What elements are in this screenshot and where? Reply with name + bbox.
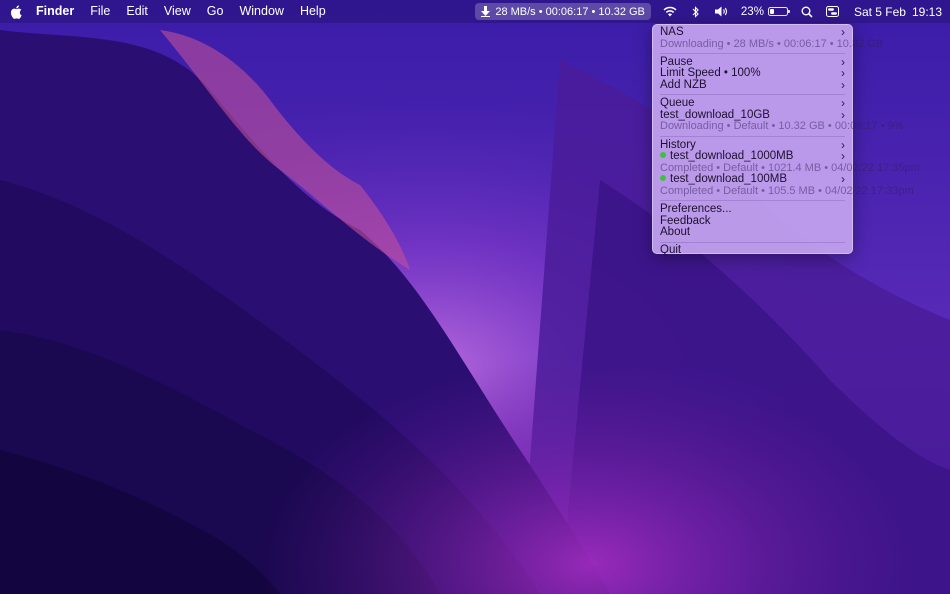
- add-nzb-label: Add NZB: [660, 78, 707, 91]
- queue-item-name: test_download_10GB: [660, 108, 770, 121]
- menu-item-preferences[interactable]: Preferences...: [653, 203, 852, 216]
- menu-item-quit[interactable]: Quit: [653, 245, 852, 257]
- volume-icon[interactable]: [713, 0, 731, 23]
- chevron-right-icon: ›: [841, 77, 845, 92]
- menu-separator: [660, 200, 845, 202]
- menubar-date: Sat 5 Feb: [853, 4, 906, 19]
- battery-icon: [767, 7, 790, 16]
- history-item-name: test_download_1000MB: [670, 150, 794, 163]
- menu-help[interactable]: Help: [292, 0, 334, 23]
- battery-fill: [769, 9, 774, 14]
- menu-item-about[interactable]: About: [653, 227, 852, 239]
- download-arrow-icon: [481, 6, 491, 17]
- server-status: Downloading • 28 MB/s • 00:06:17 • 10.32…: [660, 37, 884, 50]
- chevron-right-icon: ›: [841, 149, 845, 164]
- wifi-icon[interactable]: [661, 0, 679, 23]
- limit-speed-label: Limit Speed • 100%: [660, 67, 761, 80]
- menubar-app-name[interactable]: Finder: [28, 0, 82, 23]
- menu-separator: [660, 241, 845, 243]
- bluetooth-icon[interactable]: [687, 0, 705, 23]
- menu-edit[interactable]: Edit: [118, 0, 156, 23]
- pause-label: Pause: [660, 55, 693, 68]
- menubar-clock[interactable]: Sat 5 Feb 19:13: [854, 5, 942, 19]
- apple-logo-icon[interactable]: [10, 4, 22, 19]
- menu-bar: Finder File Edit View Go Window Help 28 …: [0, 0, 950, 23]
- menu-item-server[interactable]: NAS ›: [653, 25, 852, 39]
- menu-window[interactable]: Window: [231, 0, 291, 23]
- download-status-menu: NAS › Downloading • 28 MB/s • 00:06:17 •…: [652, 24, 920, 257]
- menu-separator: [660, 52, 845, 54]
- menu-separator: [660, 94, 845, 96]
- download-status-text: 28 MB/s • 00:06:17 • 10.32 GB: [495, 5, 645, 18]
- menu-view[interactable]: View: [156, 0, 199, 23]
- server-label: NAS: [660, 26, 684, 38]
- menu-go[interactable]: Go: [199, 0, 232, 23]
- queue-label: Queue: [660, 97, 695, 110]
- battery-status[interactable]: 23%: [740, 5, 790, 18]
- history-item[interactable]: test_download_1000MB ›: [653, 149, 852, 164]
- queue-item-status: Downloading • Default • 10.32 GB • 00:06…: [660, 120, 904, 133]
- chevron-right-icon: ›: [841, 25, 845, 39]
- history-item-status: Completed • Default • 105.5 MB • 04/02/2…: [660, 184, 914, 197]
- completed-status-dot-icon: [660, 175, 666, 182]
- history-item-name: test_download_100MB: [670, 173, 787, 186]
- history-label: History: [660, 138, 696, 151]
- menubar-time: 19:13: [911, 4, 942, 19]
- download-status-item[interactable]: 28 MB/s • 00:06:17 • 10.32 GB: [475, 3, 651, 20]
- completed-status-dot-icon: [660, 152, 666, 159]
- menu-file[interactable]: File: [82, 0, 118, 23]
- menu-item-add-nzb[interactable]: Add NZB ›: [653, 77, 852, 92]
- battery-percent: 23%: [740, 5, 764, 18]
- spotlight-search-icon[interactable]: [798, 0, 816, 23]
- menu-separator: [660, 135, 845, 137]
- control-center-icon[interactable]: [824, 0, 842, 23]
